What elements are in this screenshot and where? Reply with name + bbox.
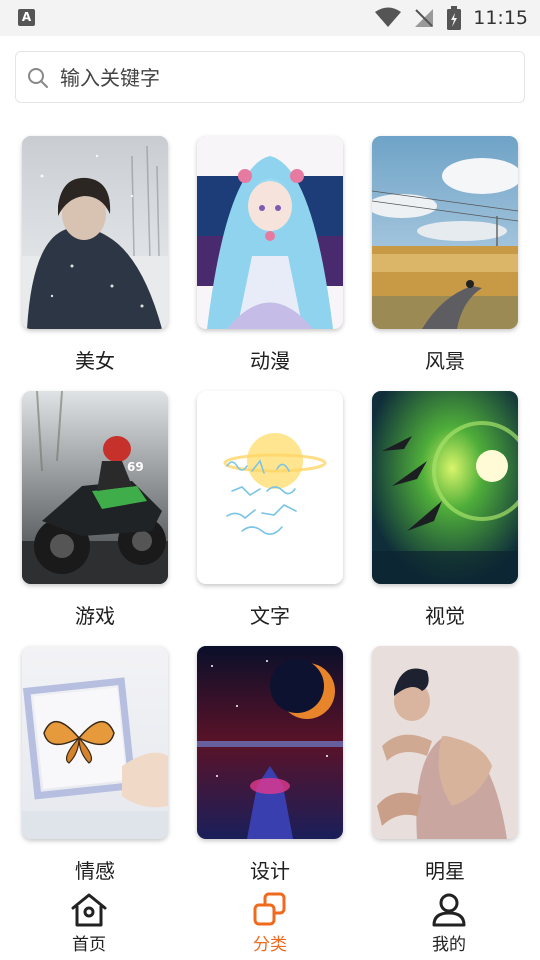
category-thumbnail (372, 646, 518, 839)
status-time: 11:15 (473, 7, 528, 29)
bottom-tab-bar: 首页 分类 我的 (0, 888, 540, 960)
category-thumbnail (197, 646, 343, 839)
category-thumbnail (22, 646, 168, 839)
category-thumbnail (197, 391, 343, 584)
tab-label: 首页 (72, 935, 106, 955)
category-label: 动漫 (250, 349, 290, 373)
category-thumbnail (372, 136, 518, 329)
category-label: 设计 (250, 859, 290, 883)
category-card-emotion[interactable]: 情感 (22, 646, 168, 884)
category-card-anime[interactable]: 动漫 (197, 136, 343, 374)
category-icon (253, 892, 286, 926)
category-card-game[interactable]: 69 游戏 (22, 391, 168, 629)
category-label: 游戏 (75, 604, 115, 628)
category-card-design[interactable]: 设计 (197, 646, 343, 884)
category-label: 情感 (75, 859, 115, 883)
tab-label: 我的 (432, 935, 466, 955)
category-card-scenery[interactable]: 风景 (372, 136, 518, 374)
search-box[interactable] (15, 51, 525, 103)
category-card-text[interactable]: 文字 (197, 391, 343, 629)
category-card-beauty[interactable]: 美女 (22, 136, 168, 374)
category-thumbnail (372, 391, 518, 584)
home-icon (71, 893, 107, 927)
category-card-star[interactable]: 明星 (372, 646, 518, 884)
profile-icon (432, 893, 466, 927)
no-signal-icon (415, 9, 434, 27)
category-label: 美女 (75, 349, 115, 373)
category-thumbnail (197, 136, 343, 329)
battery-charging-icon (447, 6, 462, 30)
category-label: 视觉 (425, 604, 465, 628)
category-label: 文字 (250, 604, 290, 628)
category-label: 风景 (425, 349, 465, 373)
tab-label: 分类 (253, 935, 287, 955)
tab-profile[interactable]: 我的 (389, 892, 509, 958)
tab-home[interactable]: 首页 (29, 892, 149, 958)
category-thumbnail: 69 (22, 391, 168, 584)
category-card-visual[interactable]: 视觉 (372, 391, 518, 629)
category-thumbnail (22, 136, 168, 329)
status-bar: A 11:15 (0, 0, 540, 36)
notification-a-icon: A (18, 9, 35, 26)
tab-category[interactable]: 分类 (210, 892, 330, 958)
wifi-icon (375, 7, 402, 27)
search-icon (28, 68, 48, 88)
search-input[interactable] (60, 60, 510, 96)
category-label: 明星 (425, 859, 465, 883)
svg-text:69: 69 (127, 460, 144, 474)
